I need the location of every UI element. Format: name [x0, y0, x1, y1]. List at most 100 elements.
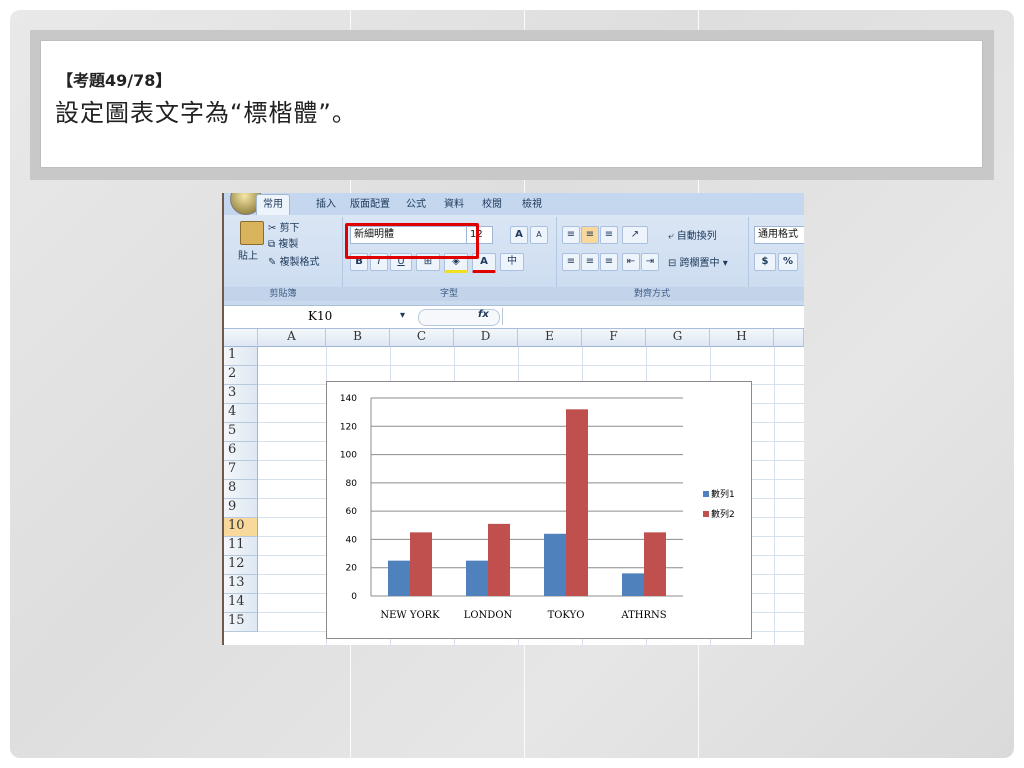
- column-header[interactable]: A: [258, 329, 326, 347]
- bar-1: [388, 560, 410, 596]
- row-header[interactable]: 9: [224, 499, 258, 518]
- grow-font-button[interactable]: A: [510, 226, 528, 244]
- align-right-icon[interactable]: ≡: [600, 253, 618, 271]
- excel-screenshot: 常用 插入 版面配置 公式 資料 校閱 檢視 貼上 ✂ 剪下 ⧉ 複製 ✎ 複製…: [222, 193, 804, 645]
- column-header[interactable]: C: [390, 329, 454, 347]
- row-header[interactable]: 5: [224, 423, 258, 442]
- tab-review[interactable]: 校閱: [476, 197, 508, 213]
- legend-entry: 數列2: [711, 508, 735, 520]
- column-header[interactable]: E: [518, 329, 582, 347]
- formula-input[interactable]: [502, 308, 804, 325]
- tab-insert[interactable]: 插入: [310, 197, 342, 213]
- alignment-group-label: 對齊方式: [556, 287, 748, 301]
- cut-button[interactable]: ✂ 剪下: [268, 219, 300, 234]
- row-header[interactable]: 8: [224, 480, 258, 499]
- tab-view[interactable]: 檢視: [516, 197, 548, 213]
- select-all-corner[interactable]: [224, 329, 258, 347]
- title-box: 【考題49/78】 設定圖表文字為“標楷體”。: [40, 40, 983, 168]
- copy-button[interactable]: ⧉ 複製: [268, 235, 298, 250]
- format-painter-label: 複製格式: [279, 257, 320, 268]
- category-label: TOKYO: [548, 610, 585, 621]
- column-header[interactable]: B: [326, 329, 390, 347]
- align-left-icon[interactable]: ≡: [562, 253, 580, 271]
- category-label: ATHRNS: [620, 610, 666, 621]
- align-top-icon[interactable]: ≡: [562, 226, 580, 244]
- number-format-select[interactable]: 通用格式: [754, 226, 804, 244]
- align-center-icon[interactable]: ≡: [581, 253, 599, 271]
- grid-line: [258, 365, 804, 366]
- bar-1: [622, 573, 644, 596]
- cut-label: 剪下: [279, 223, 300, 234]
- tab-formulas[interactable]: 公式: [400, 197, 432, 213]
- currency-button[interactable]: $: [754, 253, 776, 271]
- spreadsheet-grid[interactable]: A B C D E F G H 1 2 3 4 5 6 7 8 9 10 11 12 13 14 15 02…: [224, 329, 804, 645]
- wrap-text-button[interactable]: ⤶ 自動換列: [668, 227, 717, 242]
- row-header[interactable]: 1: [224, 347, 258, 366]
- row-header[interactable]: 2: [224, 366, 258, 385]
- y-tick-label: 80: [346, 479, 358, 489]
- font-highlight-box: [345, 223, 479, 259]
- format-painter-button[interactable]: ✎ 複製格式: [268, 253, 320, 268]
- name-box[interactable]: K10: [224, 308, 342, 325]
- alignment-group: ≡ ≡ ≡ ↗ ≡ ≡ ≡ ⇤ ⇥ ⤶ 自動換列 ⊟ 跨欄置中 ▾ 對齊方式: [556, 217, 749, 301]
- row-header[interactable]: 14: [224, 594, 258, 613]
- font-group-label: 字型: [342, 287, 556, 301]
- align-middle-icon[interactable]: ≡: [581, 226, 599, 244]
- y-tick-label: 0: [351, 592, 357, 602]
- formula-bar: K10 ▾ fx: [224, 305, 804, 329]
- bar-chart: 0 20 40 60 80 100 120 140 NEW YORK LONDON TOKYO ATH…: [340, 394, 735, 621]
- bar-2: [566, 409, 588, 596]
- percent-button[interactable]: %: [778, 253, 798, 271]
- bar-1: [466, 560, 488, 596]
- column-header[interactable]: H: [710, 329, 774, 347]
- chart[interactable]: 0 20 40 60 80 100 120 140 NEW YORK LONDON TOKYO ATH…: [326, 381, 752, 639]
- category-label: NEW YORK: [380, 610, 440, 621]
- legend-swatch: [703, 491, 709, 497]
- clipboard-group: 貼上 ✂ 剪下 ⧉ 複製 ✎ 複製格式 剪貼簿: [224, 217, 343, 301]
- bar-2: [410, 532, 432, 596]
- row-header[interactable]: 13: [224, 575, 258, 594]
- row-header[interactable]: 3: [224, 385, 258, 404]
- phonetic-icon[interactable]: 中: [500, 253, 524, 271]
- column-header[interactable]: [774, 329, 804, 347]
- ribbon: 常用 插入 版面配置 公式 資料 校閱 檢視 貼上 ✂ 剪下 ⧉ 複製 ✎ 複製…: [224, 193, 804, 305]
- question-number: 【考題49/78】: [57, 71, 172, 90]
- title-banner: 【考題49/78】 設定圖表文字為“標楷體”。: [30, 30, 994, 180]
- column-header[interactable]: G: [646, 329, 710, 347]
- bar-2: [488, 523, 510, 596]
- column-header[interactable]: D: [454, 329, 518, 347]
- function-icon[interactable]: fx: [478, 309, 489, 320]
- row-header[interactable]: 4: [224, 404, 258, 423]
- column-header[interactable]: F: [582, 329, 646, 347]
- copy-label: 複製: [278, 239, 299, 250]
- y-tick-label: 20: [346, 564, 358, 574]
- tab-page-layout[interactable]: 版面配置: [344, 197, 396, 213]
- shrink-font-button[interactable]: A: [530, 226, 548, 244]
- name-box-dropdown-icon[interactable]: ▾: [400, 310, 405, 321]
- tab-data[interactable]: 資料: [438, 197, 470, 213]
- merge-center-button[interactable]: ⊟ 跨欄置中 ▾: [668, 254, 728, 269]
- y-tick-label: 40: [346, 535, 358, 545]
- row-header[interactable]: 11: [224, 537, 258, 556]
- decrease-indent-icon[interactable]: ⇤: [622, 253, 640, 271]
- y-tick-label: 100: [340, 451, 357, 461]
- orientation-icon[interactable]: ↗: [622, 226, 648, 244]
- row-header[interactable]: 15: [224, 613, 258, 632]
- question-text: 設定圖表文字為“標楷體”。: [55, 99, 357, 127]
- legend-swatch: [703, 511, 709, 517]
- bar-2: [644, 532, 666, 596]
- row-header[interactable]: 7: [224, 461, 258, 480]
- y-tick-label: 120: [340, 422, 357, 432]
- paste-label[interactable]: 貼上: [238, 247, 258, 262]
- increase-indent-icon[interactable]: ⇥: [641, 253, 659, 271]
- legend-entry: 數列1: [711, 488, 735, 500]
- align-bottom-icon[interactable]: ≡: [600, 226, 618, 244]
- clipboard-group-label: 剪貼簿: [224, 287, 342, 301]
- paste-icon[interactable]: [240, 221, 264, 245]
- number-group-label: [748, 287, 804, 301]
- row-header[interactable]: 6: [224, 442, 258, 461]
- tab-home[interactable]: 常用: [256, 194, 290, 215]
- row-header[interactable]: 10: [224, 518, 258, 537]
- row-header[interactable]: 12: [224, 556, 258, 575]
- y-tick-label: 140: [340, 394, 357, 404]
